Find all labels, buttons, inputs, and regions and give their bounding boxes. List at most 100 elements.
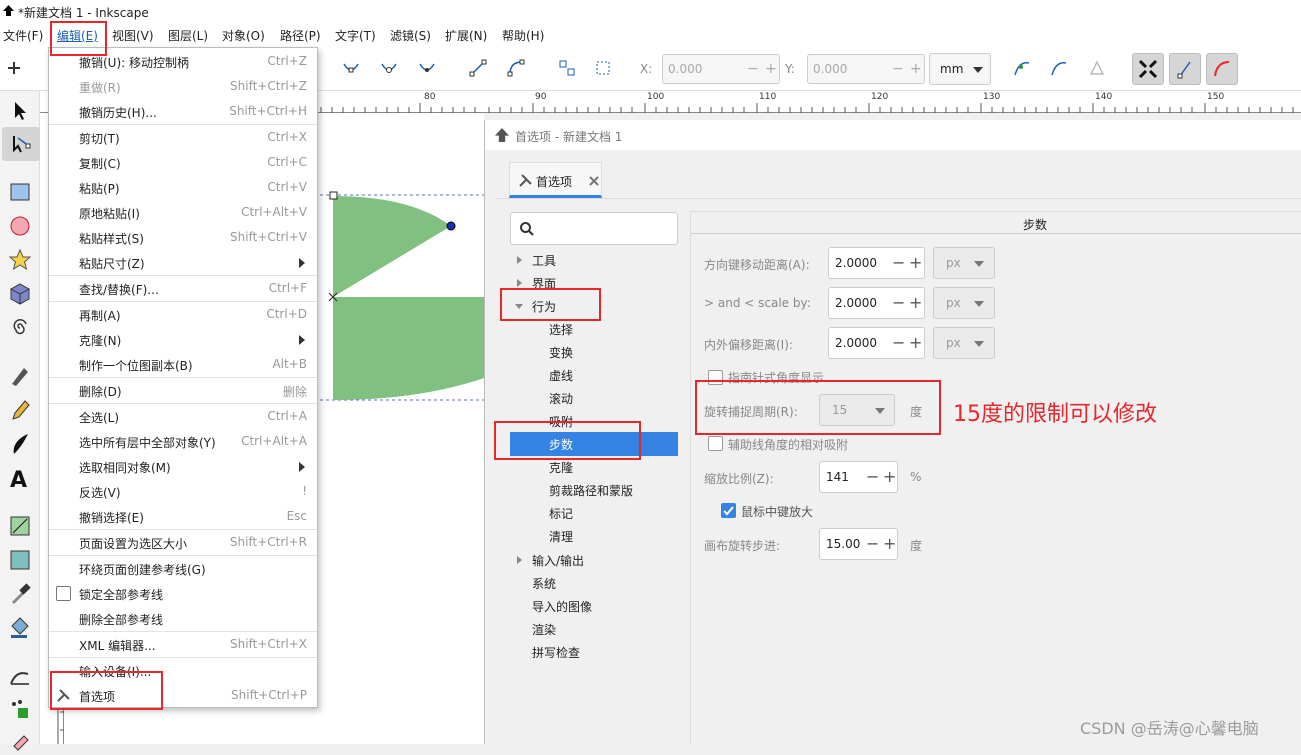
relative-guide-checkbox[interactable] <box>708 436 723 451</box>
tree-item-markers[interactable]: 标记 <box>549 505 573 522</box>
mesh-tool-icon[interactable] <box>8 548 32 572</box>
tree-item-spellcheck[interactable]: 拼写检查 <box>532 644 580 661</box>
tree-item-transforms[interactable]: 变换 <box>549 344 573 361</box>
menu-item-deselect[interactable]: 撤销选择(E) Esc <box>49 504 317 529</box>
selector-tool-icon[interactable] <box>8 99 32 123</box>
arrow-keys-spinbox[interactable]: 2.0000 − + <box>828 247 925 279</box>
menu-item-paste-in-place[interactable]: 原地粘贴(I) Ctrl+Alt+V <box>49 200 317 225</box>
zoom-spinbox[interactable]: 141 − + <box>819 461 898 493</box>
menu-item-delete-guides[interactable]: 删除全部参考线 <box>49 606 317 631</box>
menu-path[interactable]: 路径(P) <box>280 27 321 44</box>
spiral-tool-icon[interactable] <box>8 316 32 340</box>
menu-help[interactable]: 帮助(H) <box>502 27 544 44</box>
menu-item-cut[interactable]: 剪切(T) Ctrl+X <box>49 125 317 150</box>
expand-arrow-icon[interactable] <box>517 556 522 564</box>
decrement-icon[interactable]: − <box>866 467 879 486</box>
menu-item-find-replace[interactable]: 查找/替换(F)... Ctrl+F <box>49 276 317 301</box>
bezier-tool-icon[interactable] <box>8 364 32 388</box>
inset-spinbox[interactable]: 2.0000 − + <box>828 327 925 359</box>
menu-item-clone[interactable]: 克隆(N) <box>49 327 317 352</box>
tree-item-selecting[interactable]: 选择 <box>549 321 573 338</box>
stroke-to-path-icon[interactable] <box>592 57 614 79</box>
expand-arrow-icon[interactable] <box>517 279 522 287</box>
star-tool-icon[interactable] <box>8 248 32 272</box>
menu-item-duplicate[interactable]: 再制(A) Ctrl+D <box>49 302 317 327</box>
show-path-outline-toggle[interactable] <box>1206 53 1238 85</box>
calligraphy-tool-icon[interactable] <box>8 432 32 456</box>
y-coordinate-input[interactable]: 0.000 − + <box>807 54 925 84</box>
menu-view[interactable]: 视图(V) <box>112 27 154 44</box>
inset-unit-select[interactable]: px <box>933 327 995 359</box>
menu-object[interactable]: 对象(O) <box>222 27 265 44</box>
menu-item-select-same[interactable]: 选取相同对象(M) <box>49 454 317 479</box>
menu-filters[interactable]: 滤镜(S) <box>390 27 431 44</box>
menu-item-invert-selection[interactable]: 反选(V)! <box>49 479 317 504</box>
menu-item-select-all[interactable]: 全选(L) Ctrl+A <box>49 404 317 429</box>
increment-icon[interactable]: + <box>883 467 896 486</box>
increment-icon[interactable]: + <box>883 534 896 553</box>
tree-item-dashes[interactable]: 虚线 <box>549 367 573 384</box>
tree-item-clones[interactable]: 克隆 <box>549 459 573 476</box>
x-coordinate-input[interactable]: 0.000 − + <box>662 54 780 84</box>
menu-layer[interactable]: 图层(L) <box>168 27 208 44</box>
menu-item-undo-history[interactable]: 撤销历史(H)... Shift+Ctrl+H <box>49 99 317 124</box>
arrow-keys-unit-select[interactable]: px <box>933 247 995 279</box>
unit-select[interactable]: mm <box>929 53 991 85</box>
ellipse-tool-icon[interactable] <box>8 214 32 238</box>
tree-item-scrolling[interactable]: 滚动 <box>549 390 573 407</box>
menu-item-delete[interactable]: 删除(D) 删除 <box>49 378 317 403</box>
menu-item-resize-page[interactable]: 页面设置为选区大小 Shift+Ctrl+R <box>49 530 317 555</box>
menu-item-redo[interactable]: 重做(R) Shift+Ctrl+Z <box>49 74 317 99</box>
tree-item-tools[interactable]: 工具 <box>532 252 556 269</box>
node-smooth-icon[interactable] <box>340 57 362 79</box>
show-transform-handles-toggle[interactable] <box>1132 53 1164 85</box>
menu-item-lock-guides[interactable]: 锁定全部参考线 <box>49 581 317 606</box>
gradient-tool-icon[interactable] <box>8 514 32 538</box>
edit-clip-icon[interactable] <box>1086 57 1108 79</box>
tab-preferences[interactable]: 首选项 <box>509 162 602 198</box>
x-increment-icon[interactable]: + <box>765 61 777 77</box>
menu-item-xml-editor[interactable]: XML 编辑器... Shift+Ctrl+X <box>49 632 317 657</box>
pencil-tool-icon[interactable] <box>8 398 32 422</box>
node-tool-icon[interactable] <box>2 127 40 161</box>
preferences-search-input[interactable] <box>510 212 678 245</box>
3d-box-tool-icon[interactable] <box>8 282 32 306</box>
show-handles-icon[interactable] <box>1048 57 1070 79</box>
segment-curve-icon[interactable] <box>505 57 527 79</box>
eraser-tool-icon[interactable] <box>8 728 32 752</box>
tree-item-clippaths[interactable]: 剪裁路径和蒙版 <box>549 482 633 499</box>
y-increment-icon[interactable]: + <box>910 61 922 77</box>
text-tool-icon[interactable]: A <box>8 466 32 493</box>
menu-extensions[interactable]: 扩展(N) <box>445 27 487 44</box>
expand-arrow-icon[interactable] <box>517 256 522 264</box>
rectangle-tool-icon[interactable] <box>8 180 32 204</box>
tree-item-io[interactable]: 输入/输出 <box>532 552 584 569</box>
menu-item-paste-style[interactable]: 粘贴样式(S) Shift+Ctrl+V <box>49 225 317 250</box>
increment-icon[interactable]: + <box>909 293 922 312</box>
decrement-icon[interactable]: − <box>892 333 905 352</box>
decrement-icon[interactable]: − <box>866 534 879 553</box>
dropper-tool-icon[interactable] <box>8 582 32 606</box>
tree-item-imported-images[interactable]: 导入的图像 <box>532 598 592 615</box>
tree-item-rendering[interactable]: 渲染 <box>532 621 556 638</box>
menu-item-paste-size[interactable]: 粘贴尺寸(Z) <box>49 250 317 275</box>
tweak-tool-icon[interactable] <box>8 664 32 688</box>
menu-item-bitmap-copy[interactable]: 制作一个位图副本(B) Alt+B <box>49 352 317 377</box>
node-auto-smooth-icon[interactable] <box>416 57 438 79</box>
tree-item-cleanup[interactable]: 清理 <box>549 528 573 545</box>
menu-item-copy[interactable]: 复制(C) Ctrl+C <box>49 150 317 175</box>
show-bezier-handles-toggle[interactable] <box>1169 53 1201 85</box>
node-symmetric-icon[interactable] <box>378 57 400 79</box>
show-path-outline-icon[interactable] <box>1011 57 1033 79</box>
middle-click-zoom-checkbox[interactable] <box>721 503 736 518</box>
decrement-icon[interactable]: − <box>892 293 905 312</box>
increment-icon[interactable]: + <box>909 333 922 352</box>
canvas-rotate-spinbox[interactable]: 15.00 − + <box>819 528 898 560</box>
object-to-path-icon[interactable] <box>556 57 578 79</box>
menu-text[interactable]: 文字(T) <box>335 27 376 44</box>
decrement-icon[interactable]: − <box>892 253 905 272</box>
increment-icon[interactable]: + <box>909 253 922 272</box>
menu-item-paste[interactable]: 粘贴(P) Ctrl+V <box>49 175 317 200</box>
menu-file[interactable]: 文件(F) <box>3 27 43 44</box>
paint-bucket-tool-icon[interactable] <box>8 616 32 640</box>
